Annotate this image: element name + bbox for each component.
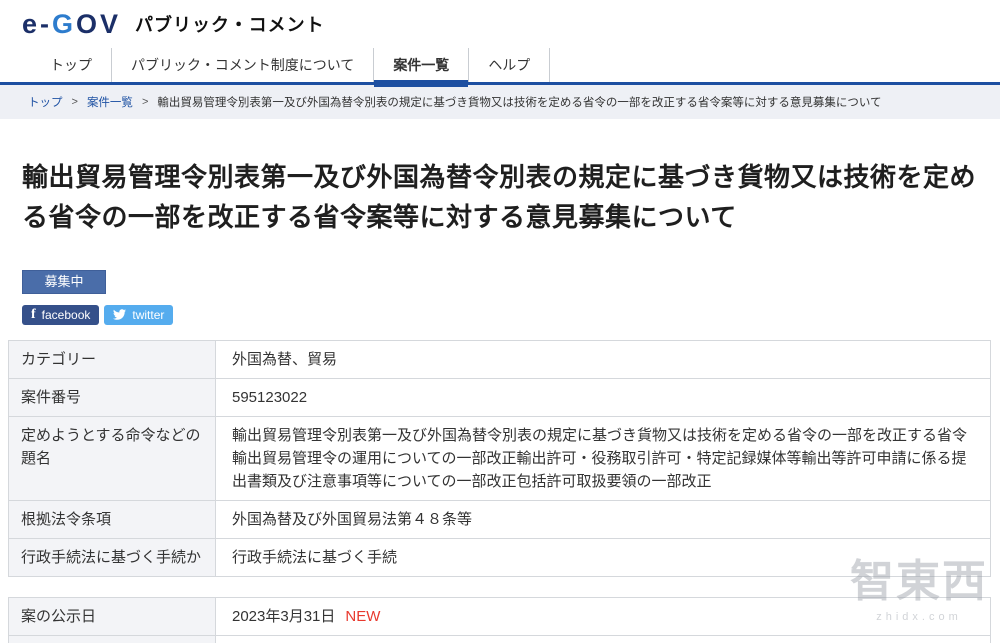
schedule-table: 案の公示日 2023年3月31日 NEW 受付開始日時 2023年3月31日13時… [8,597,991,643]
egov-logo[interactable]: e-GOV [22,11,121,38]
site-header: e-GOV パブリック・コメント [0,0,1000,48]
nav-tab-help[interactable]: ヘルプ [469,48,550,82]
twitter-icon [113,308,126,321]
main-nav: トップ パブリック・コメント制度について 案件一覧 ヘルプ [0,48,1000,85]
row-value: 外国為替、貿易 [216,340,991,378]
row-label: 案の公示日 [9,597,216,635]
nav-tab-top[interactable]: トップ [30,48,112,82]
row-label: カテゴリー [9,340,216,378]
row-label: 行政手続法に基づく手続か [9,538,216,576]
new-badge: NEW [345,608,380,625]
nav-tab-case-list[interactable]: 案件一覧 [374,48,469,82]
twitter-share-button[interactable]: twitter [104,305,173,325]
row-value: 輸出貿易管理令別表第一及び外国為替令別表の規定に基づき貨物又は技術を定める省令の… [216,416,991,500]
twitter-share-label: twitter [132,309,164,321]
logo-text-g: G [52,9,76,39]
table-row-legal-basis: 根拠法令条項 外国為替及び外国貿易法第４８条等 [9,500,991,538]
breadcrumb-link-top[interactable]: トップ [28,94,63,110]
breadcrumb-current-page: 輸出貿易管理令別表第一及び外国為替令別表の規定に基づき貨物又は技術を定める省令の… [157,94,881,110]
table-row-procedure-type: 行政手続法に基づく手続か 行政手続法に基づく手続 [9,538,991,576]
service-name: パブリック・コメント [135,11,325,37]
main-content: 輸出貿易管理令別表第一及び外国為替令別表の規定に基づき貨物又は技術を定める省令の… [0,157,1000,643]
facebook-icon: f [31,308,36,322]
table-row-category: カテゴリー 外国為替、貿易 [9,340,991,378]
page: e-GOV パブリック・コメント トップ パブリック・コメント制度について 案件… [0,0,1000,643]
nav-tab-about-system[interactable]: パブリック・コメント制度について [112,48,374,82]
facebook-share-button[interactable]: f facebook [22,305,99,325]
row-value: 2023年3月31日 NEW [216,597,991,635]
table-row-case-number: 案件番号 595123022 [9,378,991,416]
row-label: 定めようとする命令などの題名 [9,416,216,500]
facebook-share-label: facebook [42,309,91,321]
case-details-table: カテゴリー 外国為替、貿易 案件番号 595123022 定めようとする命令など… [8,340,991,577]
logo-text-1: e- [22,9,52,39]
status-badge: 募集中 [22,270,106,294]
row-value: 595123022 [216,378,991,416]
breadcrumb-separator: > [72,96,78,108]
row-label: 根拠法令条項 [9,500,216,538]
row-value: 2023年3月31日13時0分 [216,635,991,643]
row-label: 受付開始日時 [9,635,216,643]
page-title: 輸出貿易管理令別表第一及び外国為替令別表の規定に基づき貨物又は技術を定める省令の… [22,157,978,238]
table-row-ordinance-title: 定めようとする命令などの題名 輸出貿易管理令別表第一及び外国為替令別表の規定に基… [9,416,991,500]
publication-date: 2023年3月31日 [232,608,335,625]
row-label: 案件番号 [9,378,216,416]
row-value: 行政手続法に基づく手続 [216,538,991,576]
table-row-publication-date: 案の公示日 2023年3月31日 NEW [9,597,991,635]
breadcrumb: トップ > 案件一覧 > 輸出貿易管理令別表第一及び外国為替令別表の規定に基づき… [0,85,1000,119]
breadcrumb-link-case-list[interactable]: 案件一覧 [87,94,133,110]
table-row-acceptance-start: 受付開始日時 2023年3月31日13時0分 [9,635,991,643]
breadcrumb-separator: > [142,96,148,108]
row-value: 外国為替及び外国貿易法第４８条等 [216,500,991,538]
logo-text-2: OV [76,9,121,39]
share-buttons: f facebook twitter [22,305,978,325]
